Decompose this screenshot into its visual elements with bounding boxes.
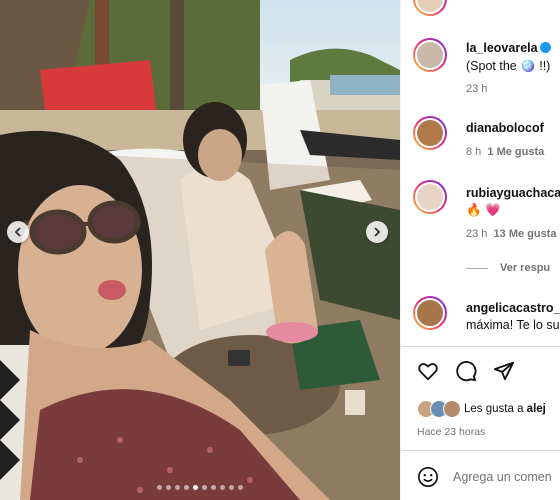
comment-time: 23 h [466, 228, 488, 240]
carousel-dot[interactable] [238, 485, 243, 490]
avatar-image [415, 298, 445, 328]
verified-badge-icon [539, 42, 551, 53]
comment-username[interactable]: la_leovarela [466, 41, 551, 55]
comment-likes[interactable]: 1 Me gusta [487, 146, 544, 158]
carousel-dot[interactable] [184, 485, 189, 490]
avatar-image [415, 40, 445, 70]
likes-text: Les gusta a alej [464, 403, 546, 415]
comment-username[interactable]: rubiayguachaca [466, 186, 560, 200]
avatar-comment-3[interactable] [413, 180, 447, 214]
chevron-right-icon [374, 227, 381, 237]
comment-time: 8 h [466, 146, 482, 158]
carousel-dot[interactable] [229, 485, 234, 490]
post-actions [417, 360, 515, 382]
liker-avatar [443, 400, 461, 418]
next-image-button[interactable] [366, 221, 388, 243]
comment-username[interactable]: angelicacastro_ [466, 301, 560, 315]
comment-likes[interactable]: 13 Me gusta [494, 228, 557, 240]
comment-text: máxima! Te lo su [466, 318, 560, 332]
avatar-comment-4[interactable] [413, 296, 447, 330]
carousel-dot[interactable] [211, 485, 216, 490]
previous-image-button[interactable] [7, 221, 29, 243]
post-timestamp: Hace 23 horas [417, 426, 486, 438]
comment-icon[interactable] [455, 360, 477, 382]
comment-text: (Spot the 🪩 !!) [466, 59, 551, 73]
comment-meta: 8 h 1 Me gusta [466, 146, 544, 158]
carousel-dot[interactable] [220, 485, 225, 490]
avatar-image [415, 118, 445, 148]
comment-time: 23 h [466, 83, 488, 95]
post-image [0, 0, 400, 500]
post-photo [0, 0, 400, 500]
carousel-dot[interactable] [193, 485, 198, 490]
view-replies-link[interactable]: Ver respu [466, 262, 550, 274]
comment-text: 🔥 💗 [466, 203, 501, 217]
avatar-comment-2[interactable] [413, 116, 447, 150]
carousel-indicator [0, 485, 400, 490]
carousel-dot[interactable] [202, 485, 207, 490]
divider [401, 346, 560, 347]
comments-panel: la_leovarela (Spot the 🪩 !!) 23 h dianab… [400, 0, 560, 500]
add-comment-bar[interactable]: Agrega un comen [417, 466, 552, 488]
heart-icon[interactable] [417, 360, 439, 382]
chevron-left-icon [14, 227, 21, 237]
emoji-icon[interactable] [417, 466, 439, 488]
add-comment-input[interactable]: Agrega un comen [453, 470, 552, 484]
likes-summary[interactable]: Les gusta a alej [417, 400, 546, 418]
carousel-dot[interactable] [166, 485, 171, 490]
replies-line [466, 267, 488, 269]
carousel-dot[interactable] [175, 485, 180, 490]
avatar-author[interactable] [413, 0, 447, 16]
comment-meta: 23 h 13 Me gusta [466, 228, 557, 240]
avatar-image [415, 182, 445, 212]
share-icon[interactable] [493, 360, 515, 382]
divider [401, 450, 560, 451]
comment-username[interactable]: dianabolocof [466, 121, 544, 135]
avatar-comment-1[interactable] [413, 38, 447, 72]
carousel-dot[interactable] [157, 485, 162, 490]
